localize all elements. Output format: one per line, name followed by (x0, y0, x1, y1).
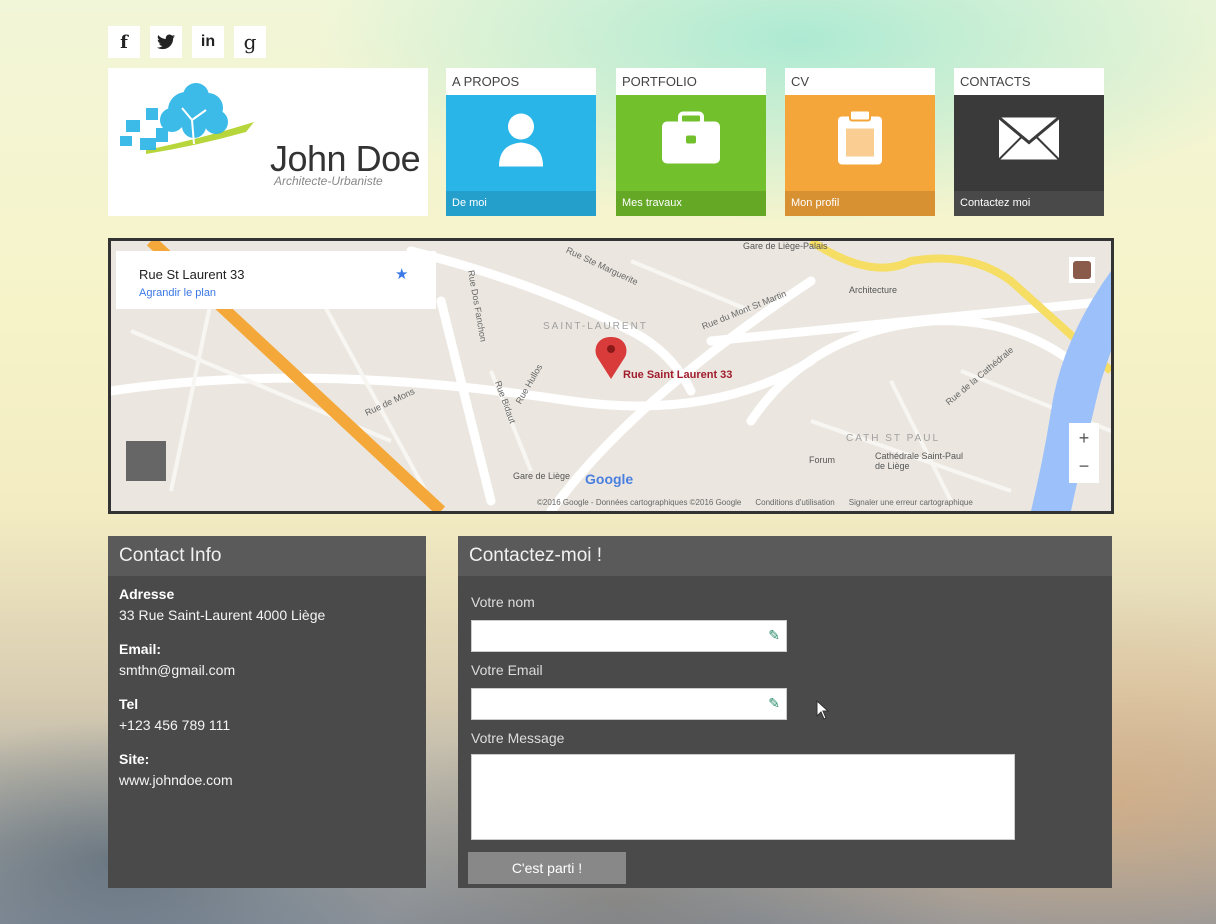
tile-title: PORTFOLIO (622, 74, 697, 89)
logo-tree-icon (120, 83, 254, 154)
tile-portfolio[interactable]: PORTFOLIO Mes travaux (616, 68, 766, 216)
map-user-avatar[interactable] (1073, 261, 1091, 279)
address-value: 33 Rue Saint-Laurent 4000 Liège (119, 607, 326, 623)
google-icon[interactable]: g (234, 26, 266, 58)
email-label: Email: (119, 641, 162, 657)
star-icon[interactable]: ★ (395, 265, 408, 283)
map-marker-label: Rue Saint Laurent 33 (623, 369, 733, 381)
address-label: Adresse (119, 586, 175, 602)
map-label: Gare de Liège-Palais (743, 241, 828, 251)
map-label: Gare de Liège (513, 471, 571, 481)
map-enlarge-link[interactable]: Agrandir le plan (139, 287, 216, 299)
twitter-icon[interactable] (150, 26, 182, 58)
map-district-label: SAINT-LAURENT (543, 321, 648, 332)
tile-a-propos[interactable]: A PROPOS De moi (446, 68, 596, 216)
tile-caption: Contactez moi (954, 191, 1104, 216)
map-label: Forum (809, 455, 836, 465)
name-field[interactable]: ✎ (471, 620, 787, 652)
email-field-label: Votre Email (471, 662, 543, 678)
map-place-title: Rue St Laurent 33 (139, 267, 245, 282)
mouse-cursor-icon (816, 700, 830, 720)
message-field-label: Votre Message (471, 730, 565, 746)
site-owner-subtitle: Architecte-Urbaniste (274, 174, 383, 188)
tile-contacts[interactable]: CONTACTS Contactez moi (954, 68, 1104, 216)
linkedin-icon[interactable]: in (192, 26, 224, 58)
name-field-label: Votre nom (471, 594, 535, 610)
email-field[interactable]: ✎ (471, 688, 787, 720)
tile-title: A PROPOS (452, 74, 520, 89)
briefcase-icon (660, 111, 722, 171)
submit-button[interactable]: C'est parti ! (468, 852, 626, 884)
map-zoom-out-button[interactable]: − (1071, 453, 1097, 479)
tile-title: CV (791, 74, 810, 89)
contact-form-heading: Contactez-moi ! (458, 536, 1112, 576)
tile-title: CONTACTS (960, 74, 1031, 89)
message-textarea[interactable] (471, 754, 1015, 840)
user-icon (495, 111, 547, 172)
tile-caption: Mon profil (785, 191, 935, 216)
map-label: Architecture (849, 285, 898, 295)
map-district-label-2: CATH ST PAUL (846, 433, 941, 444)
embedded-map[interactable]: Rue St Laurent 33 Agrandir le plan ★ Rue… (108, 238, 1114, 514)
site-value: www.johndoe.com (119, 772, 233, 788)
map-terms-link[interactable]: Conditions d'utilisation (755, 498, 834, 507)
envelope-icon (998, 116, 1060, 166)
tile-cv[interactable]: CV Mon profil (785, 68, 935, 216)
site-label: Site: (119, 751, 150, 767)
contact-form-panel: Contactez-moi ! Votre nom ✎ Votre Email … (458, 536, 1112, 888)
map-zoom-in-button[interactable]: + (1071, 425, 1097, 451)
contact-info-panel: Contact Info Adresse 33 Rue Saint-Lauren… (108, 536, 426, 888)
map-footer: ©2016 Google - Données cartographiques ©… (537, 498, 973, 507)
clipboard-icon (836, 109, 884, 172)
map-report-link[interactable]: Signaler une erreur cartographique (849, 498, 973, 507)
tile-caption: Mes travaux (616, 191, 766, 216)
facebook-icon[interactable]: f (108, 26, 140, 58)
pencil-icon: ✎ (768, 627, 780, 643)
logo-card[interactable]: John Doe Architecte-Urbaniste (108, 68, 428, 216)
social-links: f in g (108, 26, 266, 58)
contact-info-heading: Contact Info (108, 536, 426, 576)
tel-label: Tel (119, 696, 139, 712)
pencil-icon: ✎ (768, 695, 780, 711)
tile-caption: De moi (446, 191, 596, 216)
tel-value: +123 456 789 111 (119, 717, 231, 733)
map-copyright: ©2016 Google - Données cartographiques ©… (537, 498, 742, 507)
email-value: smthn@gmail.com (119, 662, 236, 678)
map-label: Cathédrale Saint-Paul de Liège (875, 451, 964, 471)
map-google-logo: Google (585, 471, 634, 487)
